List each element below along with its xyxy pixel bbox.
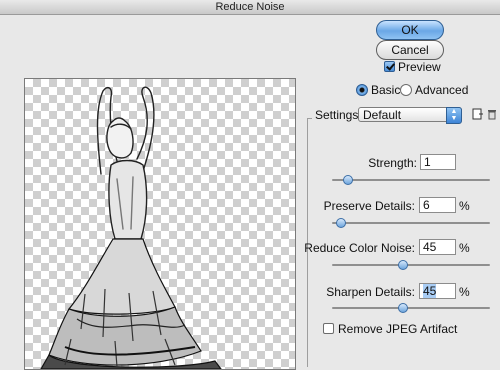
settings-value: Default	[363, 108, 402, 122]
reduce-color-noise-label: Reduce Color Noise:	[304, 241, 415, 255]
advanced-radio[interactable]	[400, 84, 412, 96]
preview-image[interactable]	[24, 78, 296, 370]
sharpen-details-slider-track[interactable]	[332, 307, 490, 309]
preview-label: Preview	[398, 60, 441, 74]
ok-button[interactable]: OK	[376, 20, 444, 40]
settings-label: Settings:	[315, 108, 362, 122]
settings-select[interactable]: Default ▲ ▼	[358, 107, 462, 124]
window-title: Reduce Noise	[0, 0, 500, 15]
reduce-color-noise-slider-track[interactable]	[332, 264, 490, 266]
remove-jpeg-artifact-label: Remove JPEG Artifact	[338, 322, 458, 336]
sharpen-details-slider-thumb[interactable]	[398, 303, 409, 313]
trash-icon[interactable]	[487, 108, 497, 120]
reduce-color-noise-field[interactable]: 45	[419, 239, 456, 255]
strength-field[interactable]: 1	[420, 154, 456, 170]
basic-label: Basic	[371, 83, 401, 97]
chevron-updown-icon: ▲ ▼	[446, 107, 462, 124]
save-settings-icon[interactable]	[472, 108, 484, 120]
advanced-label: Advanced	[415, 83, 469, 97]
preserve-details-slider-track[interactable]	[332, 222, 490, 224]
settings-group-border-top	[307, 118, 312, 119]
cancel-button[interactable]: Cancel	[376, 40, 444, 60]
reduce-color-noise-unit: %	[459, 241, 470, 255]
flamenco-dancer-image	[40, 86, 222, 369]
preserve-details-field[interactable]: 6	[419, 197, 456, 213]
reduce-color-noise-slider-thumb[interactable]	[398, 260, 409, 270]
remove-jpeg-artifact-checkbox[interactable]	[323, 323, 334, 334]
strength-label: Strength:	[368, 156, 417, 170]
preserve-details-unit: %	[459, 199, 470, 213]
preserve-details-slider-thumb[interactable]	[336, 218, 347, 228]
strength-slider-track[interactable]	[332, 179, 490, 181]
sharpen-details-field[interactable]: 45	[419, 283, 456, 299]
preview-checkbox[interactable]	[384, 61, 395, 72]
basic-radio[interactable]	[356, 84, 368, 96]
sharpen-details-label: Sharpen Details:	[326, 285, 415, 299]
strength-slider-thumb[interactable]	[342, 175, 353, 185]
sharpen-details-unit: %	[459, 285, 470, 299]
preserve-details-label: Preserve Details:	[323, 199, 415, 213]
